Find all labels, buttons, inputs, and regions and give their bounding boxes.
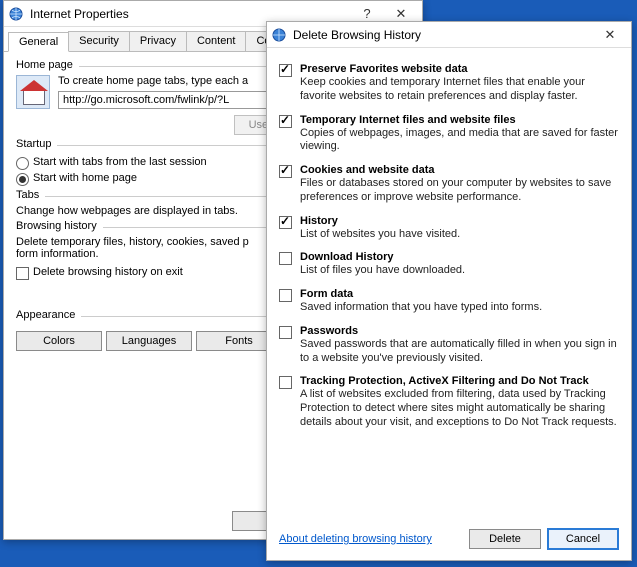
option-label: Cookies and website data [300, 164, 619, 176]
option-label: Form data [300, 288, 619, 300]
delete-confirm-button[interactable]: Delete [469, 529, 541, 549]
startup-legend: Startup [16, 138, 57, 150]
option-label: Download History [300, 251, 619, 263]
option-checkbox[interactable] [279, 376, 292, 389]
option-row: Preserve Favorites website dataKeep cook… [279, 63, 619, 104]
option-checkbox[interactable] [279, 64, 292, 77]
delete-history-dialog: Delete Browsing History ✕ Preserve Favor… [266, 21, 632, 561]
radio-last-session[interactable] [16, 157, 29, 170]
languages-button[interactable]: Languages [106, 331, 192, 351]
history-legend: Browsing history [16, 220, 103, 232]
option-row: Tracking Protection, ActiveX Filtering a… [279, 375, 619, 429]
option-row: Download HistoryList of files you have d… [279, 251, 619, 278]
globe-icon [8, 6, 24, 22]
option-desc: Copies of webpages, images, and media th… [300, 127, 619, 155]
home-icon [16, 75, 50, 109]
colors-button[interactable]: Colors [16, 331, 102, 351]
option-checkbox[interactable] [279, 216, 292, 229]
option-row: Form dataSaved information that you have… [279, 288, 619, 315]
option-desc: A list of websites excluded from filteri… [300, 388, 619, 429]
appearance-legend: Appearance [16, 309, 81, 321]
radio-home-page[interactable] [16, 173, 29, 186]
option-label: History [300, 215, 619, 227]
delete-on-exit-checkbox[interactable] [16, 267, 29, 280]
tab-security[interactable]: Security [68, 31, 130, 51]
option-checkbox[interactable] [279, 165, 292, 178]
dialog-body: Preserve Favorites website dataKeep cook… [267, 48, 631, 560]
option-label: Temporary Internet files and website fil… [300, 114, 619, 126]
delete-on-exit-label: Delete browsing history on exit [33, 266, 183, 278]
option-checkbox[interactable] [279, 252, 292, 265]
option-desc: Saved information that you have typed in… [300, 301, 619, 315]
tabs-legend: Tabs [16, 189, 45, 201]
globe-icon [271, 27, 287, 43]
homepage-legend: Home page [16, 59, 79, 71]
option-row: Cookies and website dataFiles or databas… [279, 164, 619, 205]
dialog-title: Delete Browsing History [293, 28, 593, 42]
option-row: Temporary Internet files and website fil… [279, 114, 619, 155]
option-label: Tracking Protection, ActiveX Filtering a… [300, 375, 619, 387]
option-checkbox[interactable] [279, 289, 292, 302]
radio-last-session-label: Start with tabs from the last session [33, 156, 207, 168]
titlebar: Delete Browsing History ✕ [267, 22, 631, 48]
option-label: Passwords [300, 325, 619, 337]
option-desc: Files or databases stored on your comput… [300, 177, 619, 205]
option-checkbox[interactable] [279, 326, 292, 339]
option-row: HistoryList of websites you have visited… [279, 215, 619, 242]
tab-general[interactable]: General [8, 32, 69, 52]
option-checkbox[interactable] [279, 115, 292, 128]
tab-privacy[interactable]: Privacy [129, 31, 187, 51]
option-desc: List of websites you have visited. [300, 228, 619, 242]
option-desc: Keep cookies and temporary Internet file… [300, 76, 619, 104]
about-link[interactable]: About deleting browsing history [279, 533, 432, 545]
dialog-footer: About deleting browsing history Delete C… [279, 518, 619, 550]
radio-home-page-label: Start with home page [33, 172, 137, 184]
cancel-dialog-button[interactable]: Cancel [547, 528, 619, 550]
option-desc: Saved passwords that are automatically f… [300, 338, 619, 366]
close-button[interactable]: ✕ [593, 24, 627, 46]
option-row: PasswordsSaved passwords that are automa… [279, 325, 619, 366]
window-title: Internet Properties [30, 7, 350, 21]
tab-content[interactable]: Content [186, 31, 247, 51]
option-desc: List of files you have downloaded. [300, 264, 619, 278]
option-label: Preserve Favorites website data [300, 63, 619, 75]
